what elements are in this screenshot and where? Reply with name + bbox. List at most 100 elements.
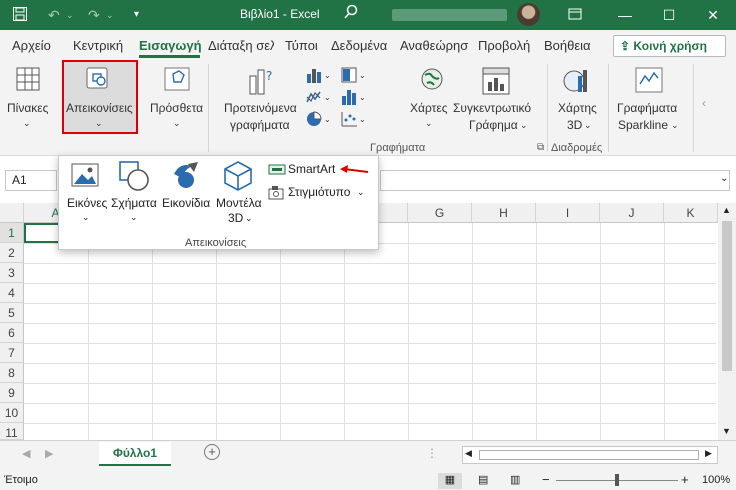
maps-dropdown-icon[interactable]: ⌄ xyxy=(425,116,433,130)
vertical-scrollbar[interactable]: ▲ ▼ xyxy=(718,203,736,440)
scroll-thumb[interactable] xyxy=(722,221,732,371)
3d-models-label-1[interactable]: Μοντέλα xyxy=(216,196,262,210)
row-header-5[interactable]: 5 xyxy=(0,303,24,323)
shapes-icon[interactable] xyxy=(118,160,150,195)
tab-insert[interactable]: Εισαγωγή xyxy=(139,38,202,53)
sparkline-icon[interactable] xyxy=(634,66,664,97)
col-header-h[interactable]: H xyxy=(472,203,536,223)
tables-dropdown-icon[interactable]: ⌄ xyxy=(23,116,31,130)
table-icon[interactable] xyxy=(15,66,41,95)
scatter-chart-icon[interactable]: ⌄ xyxy=(340,110,368,131)
scroll-left-icon[interactable]: ◀ xyxy=(465,448,472,459)
column-chart-icon[interactable]: ⌄ xyxy=(305,66,333,87)
screenshot-dropdown-icon[interactable]: ⌄ xyxy=(357,185,365,199)
zoom-level[interactable]: 100% xyxy=(702,474,730,486)
recommended-charts-label-1[interactable]: Προτεινόμενα xyxy=(224,101,297,115)
prev-sheet-icon[interactable]: ◀ xyxy=(22,447,30,460)
icons-label[interactable]: Εικονίδια xyxy=(162,196,210,210)
screenshot-label[interactable]: Στιγμιότυπο xyxy=(288,185,350,199)
icons-icon[interactable] xyxy=(170,160,202,195)
tables-label[interactable]: Πίνακες xyxy=(7,101,48,115)
minimize-icon[interactable]: — xyxy=(610,4,640,26)
horizontal-scrollbar[interactable]: ◀ ▶ xyxy=(462,446,718,464)
sparkline-dropdown-icon[interactable]: ⌄ xyxy=(671,118,679,132)
row-header-9[interactable]: 9 xyxy=(0,383,24,403)
select-all-corner[interactable] xyxy=(0,203,24,223)
pie-chart-icon[interactable]: ⌄ xyxy=(305,110,333,131)
page-break-view-icon[interactable]: ▥ xyxy=(510,473,520,486)
3d-models-icon[interactable] xyxy=(222,160,254,195)
zoom-out-icon[interactable]: − xyxy=(542,472,550,487)
undo-dropdown-icon[interactable]: ⌄ xyxy=(66,6,74,24)
addins-icon[interactable] xyxy=(163,66,191,95)
add-sheet-icon[interactable]: + xyxy=(204,444,220,460)
addins-label[interactable]: Πρόσθετα xyxy=(150,101,203,115)
col-header-i[interactable]: I xyxy=(536,203,600,223)
tab-help[interactable]: Βοήθεια xyxy=(544,38,591,53)
maps-icon[interactable] xyxy=(418,66,446,97)
row-header-3[interactable]: 3 xyxy=(0,263,24,283)
pivot-chart-dropdown-icon[interactable]: ⌄ xyxy=(520,118,528,132)
recommended-charts-label-2[interactable]: γραφήματα xyxy=(230,118,290,132)
customize-toolbar-icon[interactable]: ▾ xyxy=(134,6,139,24)
row-header-10[interactable]: 10 xyxy=(0,403,24,423)
scroll-up-icon[interactable]: ▲ xyxy=(722,205,731,215)
3d-models-label-2[interactable]: 3D xyxy=(228,211,243,225)
addins-dropdown-icon[interactable]: ⌄ xyxy=(173,116,181,130)
col-header-k[interactable]: K xyxy=(664,203,718,223)
recommended-charts-icon[interactable]: ? xyxy=(247,66,277,99)
statistic-chart-icon[interactable]: ⌄ xyxy=(340,88,368,109)
undo-icon[interactable]: ↶ xyxy=(48,6,60,24)
avatar[interactable] xyxy=(517,3,540,26)
row-header-7[interactable]: 7 xyxy=(0,343,24,363)
restore-ribbon-icon[interactable] xyxy=(560,4,590,26)
col-header-g[interactable]: G xyxy=(408,203,472,223)
map-3d-dropdown-icon[interactable]: ⌄ xyxy=(584,118,592,132)
map-3d-label-2[interactable]: 3D xyxy=(567,118,582,132)
zoom-in-icon[interactable]: + xyxy=(681,472,689,487)
next-sheet-icon[interactable]: ▶ xyxy=(45,447,53,460)
redo-dropdown-icon[interactable]: ⌄ xyxy=(106,6,114,24)
pictures-icon[interactable] xyxy=(70,162,100,191)
zoom-slider-handle[interactable] xyxy=(615,474,619,486)
row-header-8[interactable]: 8 xyxy=(0,363,24,383)
col-header-j[interactable]: J xyxy=(600,203,664,223)
row-header-4[interactable]: 4 xyxy=(0,283,24,303)
formula-input[interactable] xyxy=(380,170,730,191)
normal-view-icon[interactable]: ▦ xyxy=(438,473,462,489)
sheet-tab-1[interactable]: Φύλλο1 xyxy=(99,442,171,466)
tab-review[interactable]: Αναθεώρησ xyxy=(400,38,470,53)
redo-icon[interactable]: ↷ xyxy=(88,6,100,24)
share-button[interactable]: ⇪ Κοινή χρήση xyxy=(613,35,726,57)
pivot-chart-label-2[interactable]: Γράφημα xyxy=(469,118,518,132)
search-icon[interactable] xyxy=(343,4,359,24)
line-chart-icon[interactable]: ⌄ xyxy=(305,88,333,109)
3d-models-dropdown-icon[interactable]: ⌄ xyxy=(245,211,253,225)
map-3d-icon[interactable] xyxy=(562,66,592,99)
tab-data[interactable]: Δεδομένα xyxy=(331,38,387,53)
sheet-options-icon[interactable]: ⋮ xyxy=(426,446,438,460)
page-layout-view-icon[interactable]: ▤ xyxy=(478,473,488,486)
tab-formulas[interactable]: Τύποι xyxy=(285,38,318,53)
dialog-launcher-icon[interactable]: ⧉ xyxy=(537,142,544,153)
pictures-dropdown-icon[interactable]: ⌄ xyxy=(82,210,90,224)
sparkline-label-2[interactable]: Sparkline xyxy=(618,118,668,132)
ribbon-more-icon[interactable]: ‹ xyxy=(702,96,706,110)
row-header-11[interactable]: 11 xyxy=(0,423,24,440)
pivot-chart-label-1[interactable]: Συγκεντρωτικό xyxy=(453,101,531,115)
shapes-label[interactable]: Σχήματα xyxy=(111,196,157,210)
hierarchy-chart-icon[interactable]: ⌄ xyxy=(340,66,368,87)
row-header-6[interactable]: 6 xyxy=(0,323,24,343)
tab-page-layout[interactable]: Διάταξη σελ xyxy=(208,38,274,53)
save-icon[interactable] xyxy=(12,6,28,26)
formula-expand-icon[interactable]: ⌄ xyxy=(720,173,728,184)
row-header-1[interactable]: 1 xyxy=(0,223,24,243)
h-scroll-thumb[interactable] xyxy=(479,450,699,460)
row-header-2[interactable]: 2 xyxy=(0,243,24,263)
tab-home[interactable]: Κεντρική xyxy=(73,38,123,53)
sparkline-label-1[interactable]: Γραφήματα xyxy=(617,101,677,115)
scroll-down-icon[interactable]: ▼ xyxy=(722,426,731,436)
shapes-dropdown-icon[interactable]: ⌄ xyxy=(130,210,138,224)
pivot-chart-icon[interactable] xyxy=(481,66,511,99)
pictures-label[interactable]: Εικόνες xyxy=(67,196,107,210)
